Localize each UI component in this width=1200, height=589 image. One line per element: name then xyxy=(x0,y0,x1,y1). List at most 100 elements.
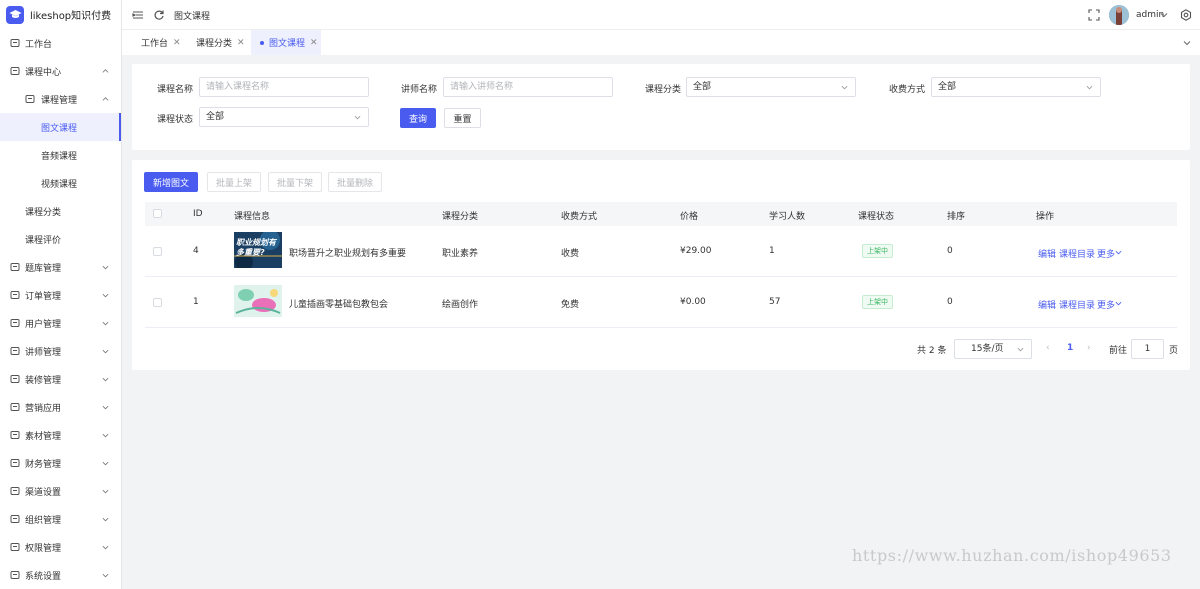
add-course-button[interactable]: 新增图文 xyxy=(144,172,198,192)
sidebar-item-19[interactable]: 系统设置 xyxy=(0,561,121,589)
category-select[interactable]: 全部 xyxy=(686,77,856,97)
sidebar-item-10[interactable]: 用户管理 xyxy=(0,309,121,337)
sidebar-item-18[interactable]: 权限管理 xyxy=(0,533,121,561)
sidebar-item-11[interactable]: 讲师管理 xyxy=(0,337,121,365)
cell-id: 1 xyxy=(193,297,199,307)
sidebar-item-7[interactable]: 课程评价 xyxy=(0,225,121,253)
question-bank-icon xyxy=(10,262,20,272)
row-checkbox[interactable] xyxy=(153,247,162,256)
course-thumbnail[interactable]: 职业规划有多重要? xyxy=(234,232,282,268)
chevron-down-icon xyxy=(102,572,109,579)
sidebar-item-label: 财务管理 xyxy=(25,459,62,470)
status-badge: 上架中 xyxy=(862,244,893,258)
more-link[interactable]: 更多 xyxy=(1097,298,1115,311)
settings-icon[interactable] xyxy=(1180,9,1192,21)
fee-type-select-value: 全部 xyxy=(938,82,957,92)
cell-price: ¥0.00 xyxy=(680,297,706,307)
sidebar-item-label: 课程中心 xyxy=(25,67,62,78)
chevron-down-icon xyxy=(102,264,109,271)
cell-fee-type: 收费 xyxy=(561,249,580,259)
batch-off-button[interactable]: 批量下架 xyxy=(268,172,322,192)
course-name-label: 课程名称 xyxy=(157,85,194,95)
status-label: 课程状态 xyxy=(157,115,194,125)
sidebar-item-4[interactable]: 音频课程 xyxy=(0,141,121,169)
sidebar-item-8[interactable]: 题库管理 xyxy=(0,253,121,281)
catalog-link[interactable]: 课程目录 xyxy=(1059,247,1095,260)
sidebar-item-16[interactable]: 渠道设置 xyxy=(0,477,121,505)
avatar[interactable] xyxy=(1109,5,1129,25)
sidebar-item-0[interactable]: 工作台 xyxy=(0,29,121,57)
prev-page-icon[interactable]: ‹ xyxy=(1046,343,1050,353)
sidebar: likeshop知识付费 工作台课程中心课程管理 图文课程 音频课程 视频课程课程分类… xyxy=(0,0,122,589)
chevron-up-icon xyxy=(102,68,109,75)
book-icon xyxy=(10,66,20,76)
query-button[interactable]: 查询 xyxy=(400,108,436,128)
tab-workbench[interactable]: 工作台 ✕ xyxy=(141,30,181,55)
batch-delete-button[interactable]: 批量删除 xyxy=(328,172,382,192)
page-suffix: 页 xyxy=(1169,346,1179,356)
chevron-down-icon xyxy=(102,376,109,383)
chevron-down-icon xyxy=(102,432,109,439)
chevron-down-icon[interactable] xyxy=(1160,11,1168,19)
tab-label: 工作台 xyxy=(141,39,169,49)
sidebar-item-label: 题库管理 xyxy=(25,263,62,274)
chevron-down-icon xyxy=(102,516,109,523)
chevron-down-icon xyxy=(102,544,109,551)
close-icon[interactable]: ✕ xyxy=(237,38,245,48)
sidebar-item-3[interactable]: 图文课程 xyxy=(0,113,121,141)
brand-logo[interactable]: likeshop知识付费 xyxy=(0,0,121,29)
page-size-select[interactable]: 15条/页 xyxy=(954,339,1032,359)
tab-course-category[interactable]: 课程分类 ✕ xyxy=(196,30,245,55)
course-thumbnail[interactable] xyxy=(234,285,282,317)
watermark: https://www.huzhan.com/ishop49653 xyxy=(852,546,1172,565)
chevron-down-icon[interactable] xyxy=(1115,300,1122,307)
cell-price: ¥29.00 xyxy=(680,246,712,256)
chevron-down-icon[interactable] xyxy=(1115,249,1122,256)
sidebar-item-5[interactable]: 视频课程 xyxy=(0,169,121,197)
row-checkbox[interactable] xyxy=(153,298,162,307)
chevron-down-icon xyxy=(102,320,109,327)
sidebar-item-15[interactable]: 财务管理 xyxy=(0,449,121,477)
sidebar-item-12[interactable]: 装修管理 xyxy=(0,365,121,393)
col-category: 课程分类 xyxy=(442,212,479,222)
category-select-value: 全部 xyxy=(693,82,712,92)
chevron-down-icon[interactable] xyxy=(1183,39,1191,47)
sidebar-item-13[interactable]: 营销应用 xyxy=(0,393,121,421)
fee-type-select[interactable]: 全部 xyxy=(931,77,1101,97)
breadcrumb: 图文课程 xyxy=(174,12,211,22)
page-number[interactable]: 1 xyxy=(1067,343,1073,353)
sidebar-item-1[interactable]: 课程中心 xyxy=(0,57,121,85)
sidebar-item-17[interactable]: 组织管理 xyxy=(0,505,121,533)
close-icon[interactable]: ✕ xyxy=(310,38,318,48)
teacher-name-input[interactable] xyxy=(443,77,613,97)
sidebar-item-label: 课程分类 xyxy=(25,207,62,218)
batch-on-button[interactable]: 批量上架 xyxy=(207,172,261,192)
chevron-down-icon xyxy=(354,114,361,121)
cell-learners: 1 xyxy=(769,246,775,256)
tab-label: 课程分类 xyxy=(196,39,233,49)
sidebar-item-14[interactable]: 素材管理 xyxy=(0,421,121,449)
status-select-value: 全部 xyxy=(206,112,225,122)
sidebar-item-label: 系统设置 xyxy=(25,571,62,582)
table-header: ID 课程信息 课程分类 收费方式 价格 学习人数 课程状态 排序 操作 xyxy=(145,202,1177,226)
goto-page-input[interactable] xyxy=(1131,339,1164,359)
next-page-icon[interactable]: › xyxy=(1087,343,1091,353)
fullscreen-icon[interactable] xyxy=(1088,9,1100,21)
cell-fee-type: 免费 xyxy=(561,300,580,310)
close-icon[interactable]: ✕ xyxy=(173,38,181,48)
edit-link[interactable]: 编辑 xyxy=(1038,247,1056,260)
sidebar-item-2[interactable]: 课程管理 xyxy=(0,85,121,113)
tab-graphic-course[interactable]: 图文课程 ✕ xyxy=(251,30,321,55)
sidebar-item-9[interactable]: 订单管理 xyxy=(0,281,121,309)
refresh-icon[interactable] xyxy=(153,9,165,21)
catalog-link[interactable]: 课程目录 xyxy=(1059,298,1095,311)
select-all-checkbox[interactable] xyxy=(153,209,162,218)
status-select[interactable]: 全部 xyxy=(199,107,369,127)
more-link[interactable]: 更多 xyxy=(1097,247,1115,260)
course-name-input[interactable] xyxy=(199,77,369,97)
edit-link[interactable]: 编辑 xyxy=(1038,298,1056,311)
menu-fold-icon[interactable] xyxy=(132,9,144,21)
sidebar-item-6[interactable]: 课程分类 xyxy=(0,197,121,225)
decor-icon xyxy=(10,374,20,384)
reset-button[interactable]: 重置 xyxy=(444,108,481,128)
